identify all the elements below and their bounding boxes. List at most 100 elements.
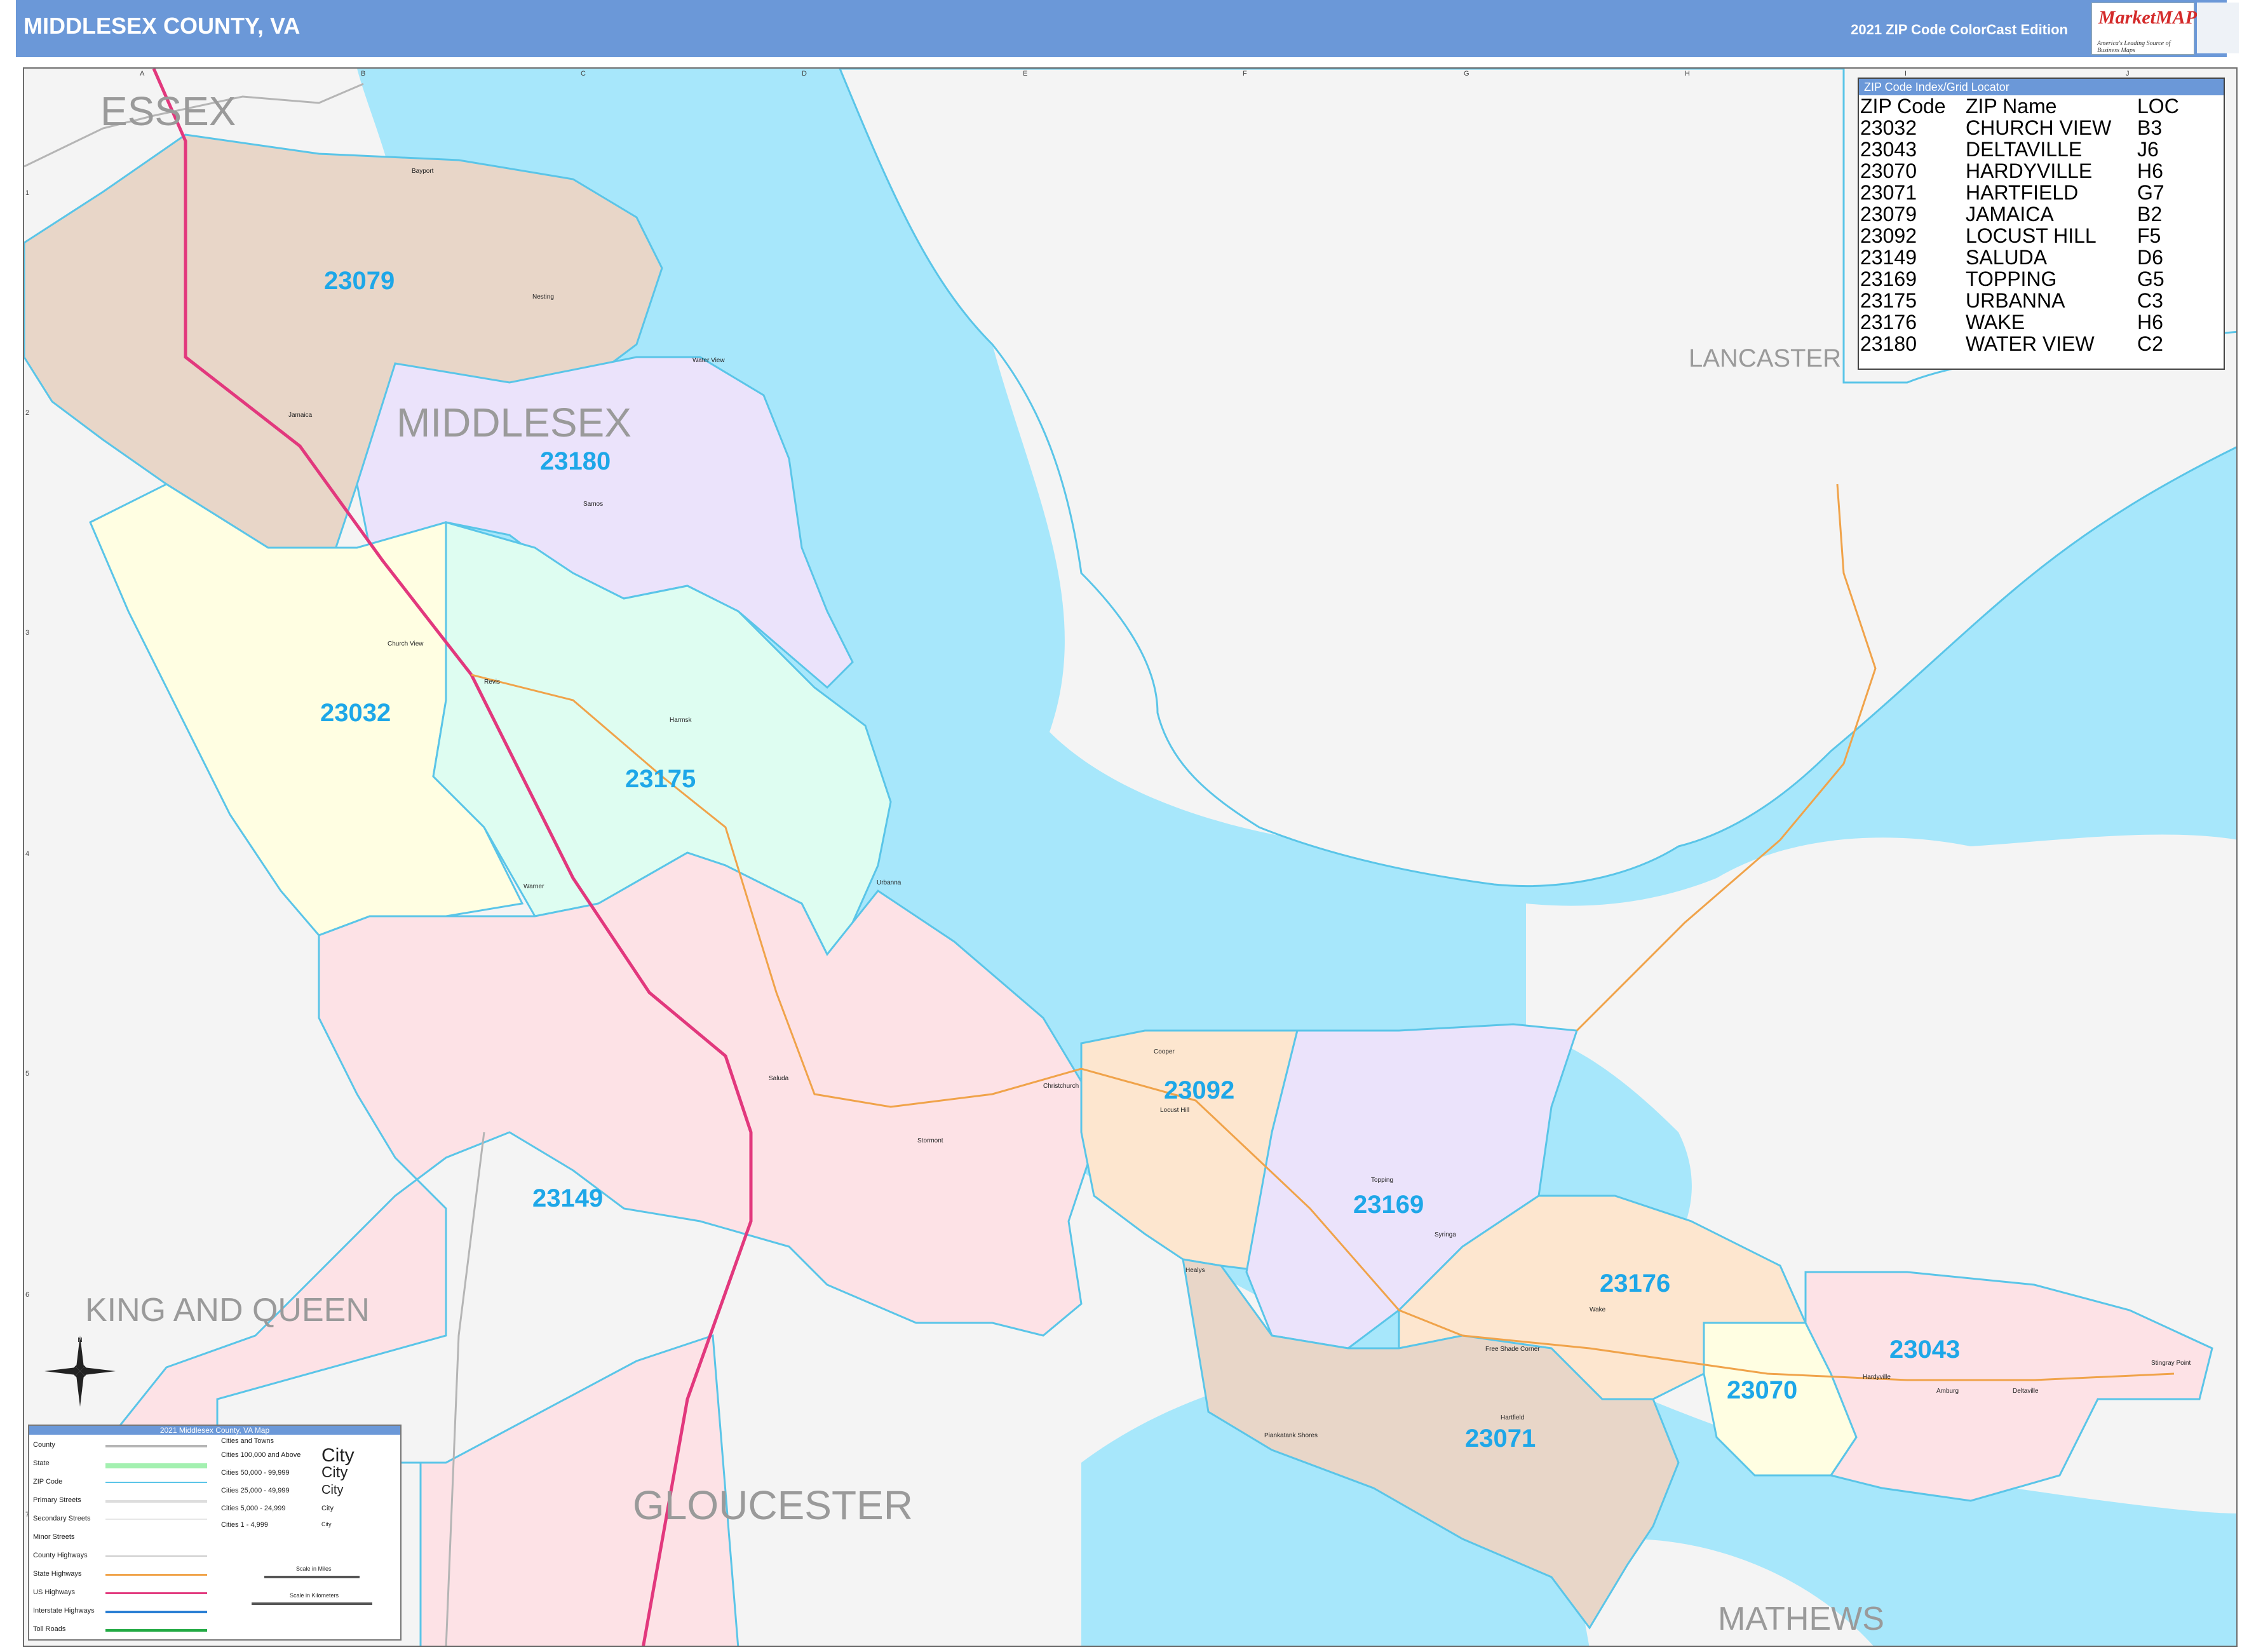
zip-label-23092: 23092	[1164, 1076, 1235, 1104]
place-healys: Healys	[1185, 1267, 1205, 1274]
zip-loc-cell: H6	[2137, 159, 2163, 182]
zip-name-cell: URBANNA	[1966, 289, 2065, 312]
zip-name-cell: HARTFIELD	[1966, 181, 2079, 204]
place-piankatank-shores: Piankatank Shores	[1264, 1432, 1318, 1439]
table-row: 23070 HARDYVILLE H6	[1860, 160, 2183, 182]
zip-code-cell: 23079	[1860, 203, 1917, 226]
place-deltaville: Deltaville	[2013, 1388, 2039, 1395]
zip-code-cell: 23169	[1860, 267, 1917, 290]
map-legend: 2021 Middlesex County, VA Map County Sta…	[28, 1425, 402, 1641]
place-topping: Topping	[1371, 1177, 1394, 1184]
legend-county: County	[33, 1441, 55, 1449]
grid-col-a: A	[140, 70, 145, 78]
place-church-view: Church View	[388, 640, 424, 647]
legend-toll-roads: Toll Roads	[33, 1625, 66, 1633]
zip-loc-cell: B3	[2137, 116, 2163, 139]
place-jamaica: Jamaica	[288, 412, 313, 419]
legend-city-sample-2: City	[321, 1464, 348, 1481]
zip-loc-cell: G7	[2137, 181, 2164, 204]
zip-code-cell: 23092	[1860, 224, 1917, 247]
table-row: 23180 WATER VIEW C2	[1860, 333, 2183, 355]
place-wake: Wake	[1590, 1306, 1606, 1313]
zip-code-cell: 23175	[1860, 289, 1917, 312]
zip-code-cell: 23032	[1860, 116, 1917, 139]
county-label-king-and-queen: KING AND QUEEN	[85, 1292, 370, 1329]
zip-code-cell: 23071	[1860, 181, 1917, 204]
zip-index-table: ZIP Code Index/Grid Locator ZIP Code ZIP…	[1858, 78, 2225, 370]
place-harmsk: Harmsk	[670, 717, 692, 724]
legend-scale-miles: Scale in Miles	[296, 1566, 332, 1572]
legend-city-sample-5: City	[321, 1521, 332, 1527]
grid-row-6: 6	[25, 1291, 30, 1299]
zip-name-cell: JAMAICA	[1966, 203, 2054, 226]
legend-city-tier-3: Cities 25,000 - 49,999	[221, 1487, 290, 1494]
grid-col-d: D	[802, 70, 807, 78]
grid-row-5: 5	[25, 1070, 30, 1078]
zip-label-23043: 23043	[1889, 1336, 1961, 1364]
grid-col-e: E	[1023, 70, 1028, 78]
legend-county-swatch	[105, 1445, 207, 1447]
table-row: 23149 SALUDA D6	[1860, 247, 2183, 268]
legend-city-tier-1: Cities 100,000 and Above	[221, 1451, 301, 1459]
legend-city-tier-2: Cities 50,000 - 99,999	[221, 1469, 290, 1477]
grid-col-j: J	[2126, 70, 2130, 78]
legend-county-hwy-swatch	[105, 1555, 207, 1557]
county-label-essex: ESSEX	[100, 88, 236, 134]
grid-row-3: 3	[25, 629, 30, 637]
legend-title: 2021 Middlesex County, VA Map	[29, 1426, 400, 1435]
zip-loc-cell: G5	[2137, 267, 2164, 290]
zip-label-23070: 23070	[1727, 1376, 1798, 1404]
zip-label-23180: 23180	[540, 447, 611, 475]
legend-state: State	[33, 1459, 50, 1467]
zip-code-cell: 23043	[1860, 138, 1917, 161]
zip-name-cell: TOPPING	[1966, 267, 2057, 290]
place-revis: Revis	[484, 679, 501, 686]
place-hardyville: Hardyville	[1863, 1374, 1891, 1381]
logo-brand: MarketMAPS	[2098, 7, 2208, 28]
legend-scale-km-bar	[252, 1602, 372, 1605]
zip-loc-cell: B2	[2137, 203, 2163, 226]
zip-loc-cell: H6	[2137, 311, 2163, 334]
legend-us-hwy-swatch	[105, 1592, 207, 1594]
place-water-view: Water View	[692, 357, 725, 364]
grid-row-2: 2	[25, 409, 30, 417]
zip-name-cell: DELTAVILLE	[1966, 138, 2083, 161]
legend-primary-streets: Primary Streets	[33, 1496, 81, 1504]
zip-name-cell: CHURCH VIEW	[1966, 116, 2112, 139]
market-maps-logo: MarketMAPS America's Leading Source of B…	[2091, 3, 2208, 55]
legend-interstate-highways: Interstate Highways	[33, 1607, 95, 1615]
grid-col-c: C	[581, 70, 586, 78]
zip-loc-cell: C2	[2137, 332, 2163, 355]
place-cooper: Cooper	[1154, 1048, 1175, 1055]
legend-city-tier-4: Cities 5,000 - 24,999	[221, 1505, 286, 1512]
legend-minor-streets: Minor Streets	[33, 1533, 75, 1541]
place-saluda: Saluda	[769, 1075, 789, 1082]
map-title: MIDDLESEX COUNTY, VA	[24, 13, 301, 39]
table-row: 23032 CHURCH VIEW B3	[1860, 117, 2183, 139]
zip-label-23169: 23169	[1353, 1191, 1424, 1219]
zip-index-header-row: ZIP Code ZIP Name LOC	[1860, 95, 2183, 117]
place-stormont: Stormont	[917, 1137, 943, 1144]
zip-index-grid: ZIP Code ZIP Name LOC 23032 CHURCH VIEW B3…	[1860, 95, 2183, 355]
place-amburg: Amburg	[1936, 1388, 1959, 1395]
legend-city-sample-3: City	[321, 1483, 344, 1497]
legend-zip-code: ZIP Code	[33, 1478, 63, 1486]
place-warner: Warner	[523, 883, 544, 890]
contact-box	[2197, 3, 2239, 53]
zip-label-23176: 23176	[1600, 1269, 1671, 1297]
place-urbanna: Urbanna	[877, 879, 902, 886]
legend-city-tier-5: Cities 1 - 4,999	[221, 1521, 268, 1529]
zip-loc-cell: F5	[2137, 224, 2161, 247]
legend-zip-swatch	[105, 1482, 207, 1483]
table-row: 23079 JAMAICA B2	[1860, 203, 2183, 225]
grid-row-4: 4	[25, 850, 30, 858]
zip-label-23071: 23071	[1465, 1425, 1536, 1452]
grid-col-g: G	[1464, 70, 1469, 78]
zip-name-cell: WATER VIEW	[1966, 332, 2095, 355]
zip-loc-cell: C3	[2137, 289, 2163, 312]
table-row: 23071 HARTFIELD G7	[1860, 182, 2183, 203]
legend-state-highways: State Highways	[33, 1570, 82, 1578]
compass-n: N	[78, 1337, 82, 1344]
county-label-gloucester: GLOUCESTER	[633, 1482, 913, 1528]
grid-col-h: H	[1685, 70, 1690, 78]
